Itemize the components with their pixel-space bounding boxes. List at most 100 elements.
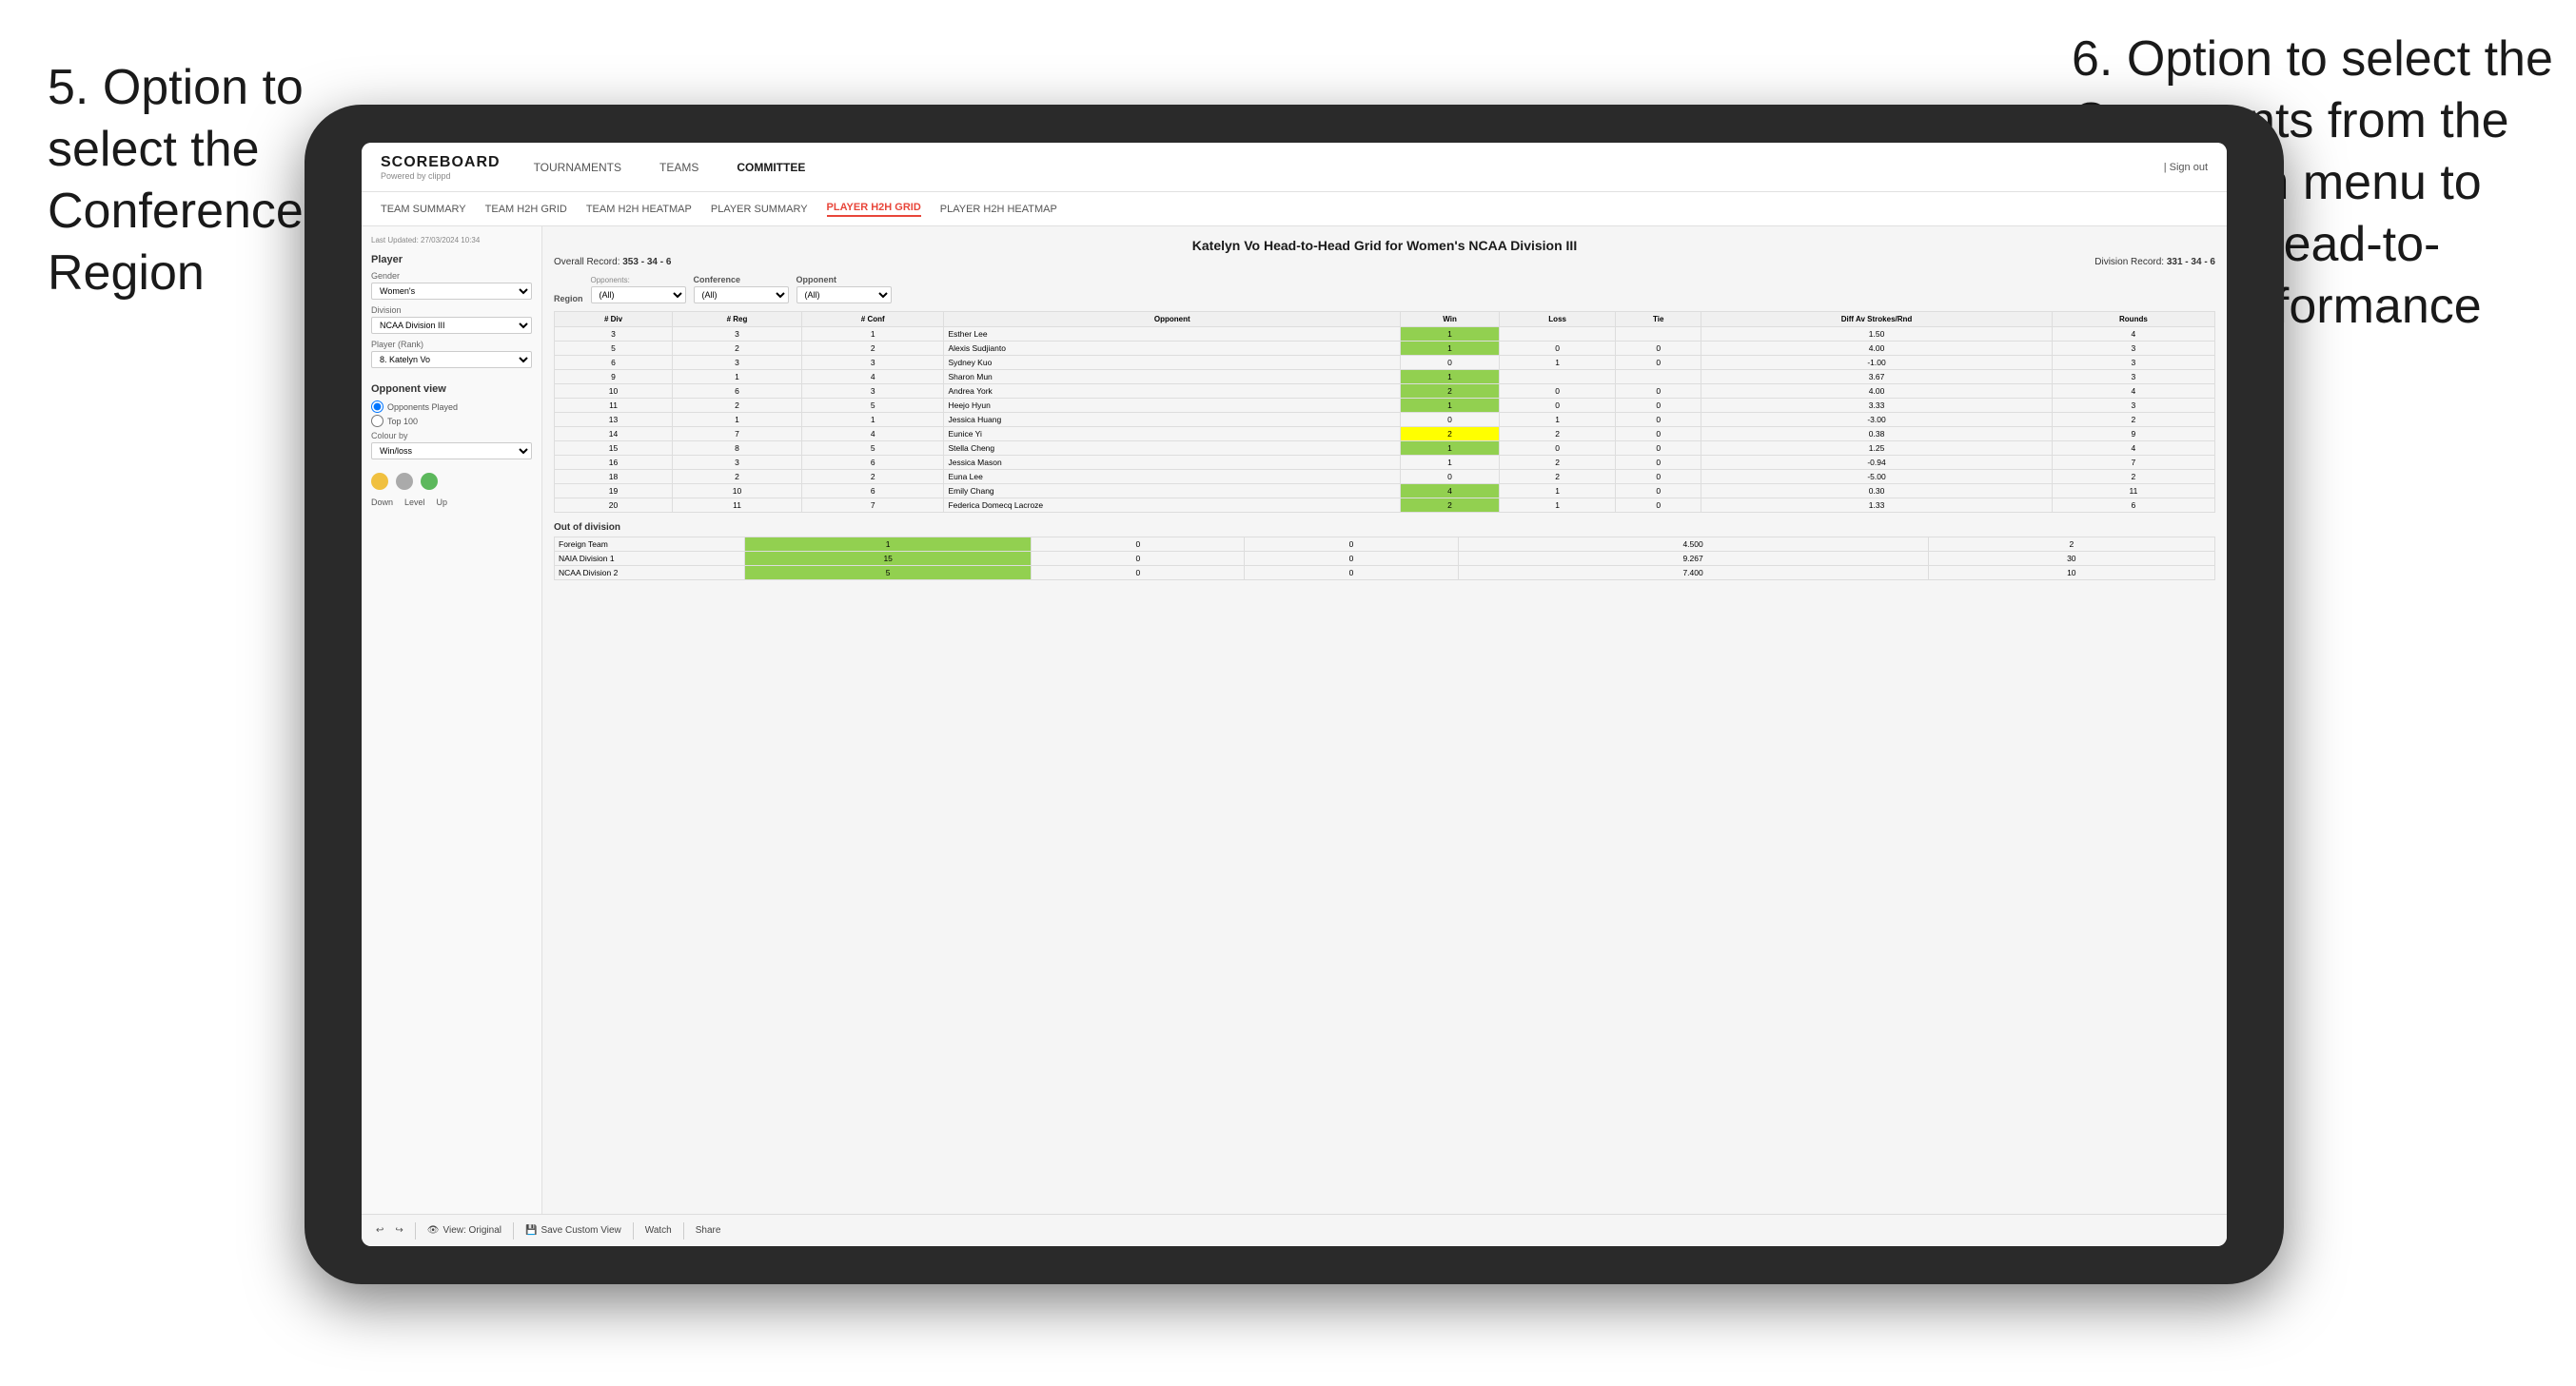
table-row: 9 1 4 Sharon Mun 1 3.67 3 — [555, 370, 2215, 384]
save-icon: 💾 — [525, 1225, 537, 1236]
th-win: Win — [1401, 312, 1500, 327]
records-row: Overall Record: 353 - 34 - 6 Division Re… — [554, 257, 2215, 267]
th-tie: Tie — [1616, 312, 1701, 327]
last-updated: Last Updated: 27/03/2024 10:34 — [371, 236, 532, 244]
table-row: 14 7 4 Eunice Yi 2 2 0 0.38 9 — [555, 427, 2215, 441]
bottom-toolbar: ↩ ↪ 👁 View: Original 💾 Save Custom View … — [362, 1214, 2227, 1246]
table-row: 11 2 5 Heejo Hyun 1 0 0 3.33 3 — [555, 399, 2215, 413]
sub-nav-player-h2h-grid[interactable]: PLAYER H2H GRID — [827, 202, 921, 217]
toolbar-sep-3 — [633, 1222, 634, 1240]
sub-nav-player-h2h-heatmap[interactable]: PLAYER H2H HEATMAP — [940, 204, 1057, 215]
opponents-label: Opponents: — [591, 276, 686, 284]
toolbar-redo[interactable]: ↪ — [395, 1225, 403, 1236]
toolbar-view-original[interactable]: 👁 View: Original — [427, 1225, 501, 1236]
nav-items: TOURNAMENTS TEAMS COMMITTEE — [529, 161, 2164, 174]
table-row: 3 3 1 Esther Lee 1 1.50 4 — [555, 327, 2215, 342]
view-icon: 👁 — [427, 1225, 440, 1236]
logo-sub: Powered by clippd — [381, 171, 501, 181]
table-row: 15 8 5 Stella Cheng 1 0 0 1.25 4 — [555, 441, 2215, 456]
conference-filter-label: Conference — [694, 275, 789, 284]
sub-nav: TEAM SUMMARY TEAM H2H GRID TEAM H2H HEAT… — [362, 192, 2227, 226]
th-rounds: Rounds — [2052, 312, 2214, 327]
opponents-filter-group: Opponents: (All) — [591, 276, 686, 303]
left-panel: Last Updated: 27/03/2024 10:34 Player Ge… — [362, 226, 542, 1214]
opponent-filter-group: Opponent (All) — [796, 275, 892, 303]
right-content: Katelyn Vo Head-to-Head Grid for Women's… — [542, 226, 2227, 1214]
th-conf: # Conf — [801, 312, 944, 327]
table-row: 10 6 3 Andrea York 2 0 0 4.00 4 — [555, 384, 2215, 399]
table-row: 13 1 1 Jessica Huang 0 1 0 -3.00 2 — [555, 413, 2215, 427]
sub-nav-team-summary[interactable]: TEAM SUMMARY — [381, 204, 466, 215]
toolbar-share[interactable]: Share — [696, 1225, 721, 1236]
table-row: 5 2 2 Alexis Sudjianto 1 0 0 4.00 3 — [555, 342, 2215, 356]
th-diff: Diff Av Strokes/Rnd — [1701, 312, 2053, 327]
conference-filter-group: Conference (All) — [694, 275, 789, 303]
toolbar-sep-1 — [415, 1222, 416, 1240]
table-row: 18 2 2 Euna Lee 0 2 0 -5.00 2 — [555, 470, 2215, 484]
gender-select[interactable]: Women's — [371, 283, 532, 300]
logo-area: SCOREBOARD Powered by clippd — [381, 154, 501, 181]
logo-text: SCOREBOARD — [381, 154, 501, 171]
h2h-table: # Div # Reg # Conf Opponent Win Loss Tie… — [554, 311, 2215, 513]
main-content: Last Updated: 27/03/2024 10:34 Player Ge… — [362, 226, 2227, 1214]
nav-teams[interactable]: TEAMS — [655, 161, 703, 174]
nav-tournaments[interactable]: TOURNAMENTS — [529, 161, 626, 174]
legend-labels: Down Level Up — [371, 498, 532, 507]
division-select[interactable]: NCAA Division III — [371, 317, 532, 334]
top-nav: SCOREBOARD Powered by clippd TOURNAMENTS… — [362, 143, 2227, 192]
toolbar-undo[interactable]: ↩ — [376, 1225, 383, 1236]
legend-circle-down — [371, 473, 388, 490]
opponent-view-group: Opponents Played Top 100 — [371, 400, 532, 427]
toolbar-watch[interactable]: Watch — [645, 1225, 672, 1236]
opponent-filter-label: Opponent — [796, 275, 892, 284]
down-label: Down — [371, 498, 393, 507]
ood-table-row: NCAA Division 2 5 0 0 7.400 10 — [555, 566, 2215, 580]
level-label: Level — [404, 498, 425, 507]
opponents-region-select[interactable]: (All) — [591, 286, 686, 303]
th-reg: # Reg — [673, 312, 802, 327]
nav-committee[interactable]: COMMITTEE — [732, 161, 810, 174]
overall-record: Overall Record: 353 - 34 - 6 — [554, 257, 671, 267]
region-filter-label: Region — [554, 294, 583, 303]
region-filter-group: Region — [554, 294, 583, 303]
out-of-division-table: Foreign Team 1 0 0 4.500 2 NAIA Division… — [554, 537, 2215, 580]
toolbar-save-custom[interactable]: 💾 Save Custom View — [525, 1225, 621, 1236]
toolbar-sep-2 — [513, 1222, 514, 1240]
filter-row: Region Opponents: (All) Conference (All) — [554, 275, 2215, 303]
colour-by-label: Colour by — [371, 431, 532, 440]
colour-by-select[interactable]: Win/loss — [371, 442, 532, 459]
tablet-device: SCOREBOARD Powered by clippd TOURNAMENTS… — [305, 105, 2284, 1284]
division-record: Division Record: 331 - 34 - 6 — [2094, 257, 2215, 267]
table-row: 20 11 7 Federica Domecq Lacroze 2 1 0 1.… — [555, 498, 2215, 513]
grid-title: Katelyn Vo Head-to-Head Grid for Women's… — [554, 238, 2215, 253]
sub-nav-team-h2h-grid[interactable]: TEAM H2H GRID — [485, 204, 567, 215]
table-row: 16 3 6 Jessica Mason 1 2 0 -0.94 7 — [555, 456, 2215, 470]
out-of-division-header: Out of division — [554, 522, 2215, 533]
tablet-screen: SCOREBOARD Powered by clippd TOURNAMENTS… — [362, 143, 2227, 1246]
legend-circles — [371, 473, 532, 490]
sign-out[interactable]: | Sign out — [2164, 162, 2208, 173]
player-label: Player — [371, 254, 532, 265]
table-row: 6 3 3 Sydney Kuo 0 1 0 -1.00 3 — [555, 356, 2215, 370]
th-opponent: Opponent — [944, 312, 1401, 327]
conference-select[interactable]: (All) — [694, 286, 789, 303]
toolbar-sep-4 — [683, 1222, 684, 1240]
ood-table-row: Foreign Team 1 0 0 4.500 2 — [555, 537, 2215, 552]
up-label: Up — [437, 498, 448, 507]
gender-label: Gender — [371, 271, 532, 281]
division-label: Division — [371, 305, 532, 315]
legend-circle-up — [421, 473, 438, 490]
th-div: # Div — [555, 312, 673, 327]
opponent-select[interactable]: (All) — [796, 286, 892, 303]
sub-nav-player-summary[interactable]: PLAYER SUMMARY — [711, 204, 808, 215]
sub-nav-team-h2h-heatmap[interactable]: TEAM H2H HEATMAP — [586, 204, 692, 215]
opponent-view-label: Opponent view — [371, 383, 532, 395]
th-loss: Loss — [1500, 312, 1616, 327]
radio-top100[interactable]: Top 100 — [371, 415, 532, 427]
radio-opponents-played[interactable]: Opponents Played — [371, 400, 532, 413]
table-row: 19 10 6 Emily Chang 4 1 0 0.30 11 — [555, 484, 2215, 498]
legend-circle-level — [396, 473, 413, 490]
ood-table-row: NAIA Division 1 15 0 0 9.267 30 — [555, 552, 2215, 566]
player-rank-label: Player (Rank) — [371, 340, 532, 349]
player-rank-select[interactable]: 8. Katelyn Vo — [371, 351, 532, 368]
